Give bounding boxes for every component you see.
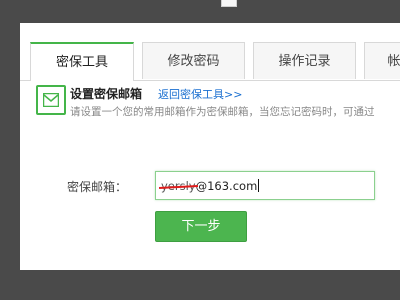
tab-bar: 密保工具 修改密码 操作记录 帐 (20, 42, 400, 81)
email-username: yersly (158, 179, 198, 193)
tab-security-tools[interactable]: 密保工具 (30, 42, 134, 81)
tab-change-password[interactable]: 修改密码 (142, 42, 245, 79)
next-step-button[interactable]: 下一步 (155, 211, 247, 242)
email-field-label: 密保邮箱： (67, 180, 128, 194)
text-caret (258, 179, 260, 192)
mail-icon (36, 85, 66, 115)
back-to-tools-link[interactable]: 返回密保工具>> (158, 86, 242, 102)
section-title: 设置密保邮箱 (70, 87, 143, 101)
email-field-value: yersly@163.com (158, 179, 260, 193)
tab-operation-log[interactable]: 操作记录 (253, 42, 356, 79)
section-description: 请设置一个您的常用邮箱作为密保邮箱，当您忘记密码时，可通过 (70, 106, 375, 118)
background-window-edge (221, 0, 237, 7)
tab-account[interactable]: 帐 (364, 42, 400, 79)
security-settings-dialog: 密保工具 修改密码 操作记录 帐 设置密保邮箱 返回密保工具>> 请设置一个您的… (20, 23, 400, 270)
email-domain: @163.com (195, 179, 258, 193)
email-field[interactable]: yersly@163.com (155, 171, 375, 200)
